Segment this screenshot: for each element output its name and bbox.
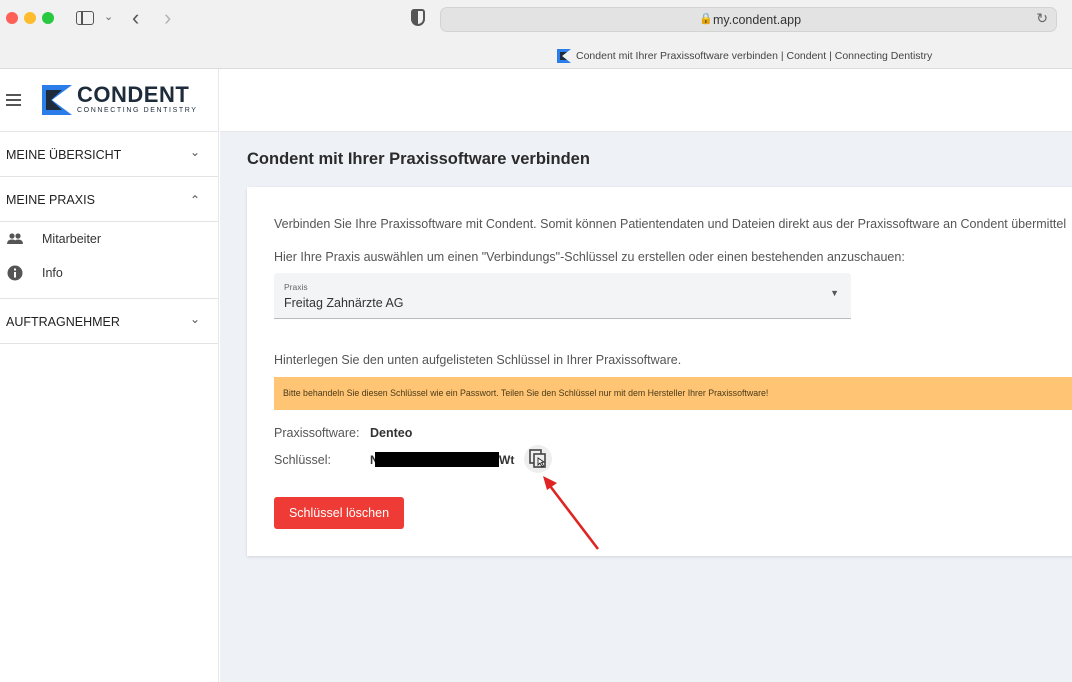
sidebar-section-label: AUFTRAGNEHMER xyxy=(6,315,120,329)
warning-banner: Bitte behandeln Sie diesen Schlüssel wie… xyxy=(274,377,1072,410)
app-topbar xyxy=(220,69,1072,132)
forward-icon[interactable]: › xyxy=(164,5,171,31)
praxis-select[interactable]: Praxis Freitag Zahnärzte AG ▼ xyxy=(274,273,851,319)
sidebar-section-label: MEINE ÜBERSICHT xyxy=(6,148,122,162)
reload-icon[interactable]: ↻ xyxy=(1036,10,1048,27)
sidebar-section-label: MEINE PRAXIS xyxy=(6,193,95,207)
page-title: Condent mit Ihrer Praxissoftware verbind… xyxy=(247,150,590,168)
dropdown-arrow-icon: ▼ xyxy=(830,288,839,298)
shield-icon[interactable] xyxy=(411,9,425,26)
chevron-down-icon[interactable]: ⌄ xyxy=(104,10,113,23)
delete-key-button[interactable]: Schlüssel löschen xyxy=(274,497,404,529)
lock-icon: 🔒 xyxy=(699,13,713,25)
main-content: Condent mit Ihrer Praxissoftware verbind… xyxy=(220,132,1072,682)
logo-tagline: CONNECTING DENTISTRY xyxy=(77,107,198,114)
chevron-down-icon: ⌄ xyxy=(190,312,201,326)
key-redaction xyxy=(375,452,499,467)
key-label: Schlüssel: xyxy=(274,453,331,467)
key-value-end: Wt xyxy=(499,453,515,467)
sidebar-item-label: Info xyxy=(42,266,63,280)
sidebar-section-uebersicht[interactable]: MEINE ÜBERSICHT ⌄ xyxy=(0,132,218,177)
chevron-up-icon: ⌃ xyxy=(190,193,201,207)
sidebar: CONDENT CONNECTING DENTISTRY MEINE ÜBERS… xyxy=(0,69,219,682)
info-icon xyxy=(7,265,23,281)
software-value: Denteo xyxy=(370,426,413,440)
praxis-select-value: Freitag Zahnärzte AG xyxy=(284,296,404,310)
key-hint-text: Hinterlegen Sie den unten aufgelisteten … xyxy=(274,353,682,367)
condent-favicon-icon xyxy=(557,49,571,63)
copy-key-button[interactable] xyxy=(524,445,552,473)
praxis-submenu: Mitarbeiter Info xyxy=(0,222,218,299)
connection-card: Verbinden Sie Ihre Praxissoftware mit Co… xyxy=(247,187,1072,556)
logo-text: CONDENT xyxy=(77,82,190,107)
copy-icon xyxy=(529,449,546,468)
sidebar-toggle-icon[interactable] xyxy=(76,11,94,25)
tab-title[interactable]: Condent mit Ihrer Praxissoftware verbind… xyxy=(576,50,932,62)
intro-text: Verbinden Sie Ihre Praxissoftware mit Co… xyxy=(274,217,1067,231)
close-window-button[interactable] xyxy=(6,12,18,24)
sidebar-item-mitarbeiter[interactable]: Mitarbeiter xyxy=(0,222,218,256)
sidebar-section-praxis[interactable]: MEINE PRAXIS ⌃ xyxy=(0,177,218,222)
praxis-select-label: Praxis xyxy=(284,282,308,292)
address-bar[interactable]: 🔒 my.condent.app ↻ xyxy=(440,7,1057,32)
condent-logo-icon xyxy=(42,85,72,115)
people-icon xyxy=(7,233,23,244)
brand-header: CONDENT CONNECTING DENTISTRY xyxy=(0,69,218,132)
maximize-window-button[interactable] xyxy=(42,12,54,24)
warning-text: Bitte behandeln Sie diesen Schlüssel wie… xyxy=(283,388,769,398)
software-label: Praxissoftware: xyxy=(274,426,360,440)
back-icon[interactable]: ‹ xyxy=(132,5,139,31)
browser-chrome: ⌄ ‹ › 🔒 my.condent.app ↻ Condent mit Ihr… xyxy=(0,0,1072,69)
menu-icon[interactable] xyxy=(6,94,21,109)
chevron-down-icon: ⌄ xyxy=(190,145,201,159)
sidebar-section-auftragnehmer[interactable]: AUFTRAGNEHMER ⌄ xyxy=(0,299,218,344)
minimize-window-button[interactable] xyxy=(24,12,36,24)
url-text: my.condent.app xyxy=(713,13,802,27)
select-hint-text: Hier Ihre Praxis auswählen um einen "Ver… xyxy=(274,250,905,264)
sidebar-item-label: Mitarbeiter xyxy=(42,232,102,246)
sidebar-item-info[interactable]: Info xyxy=(0,256,218,290)
